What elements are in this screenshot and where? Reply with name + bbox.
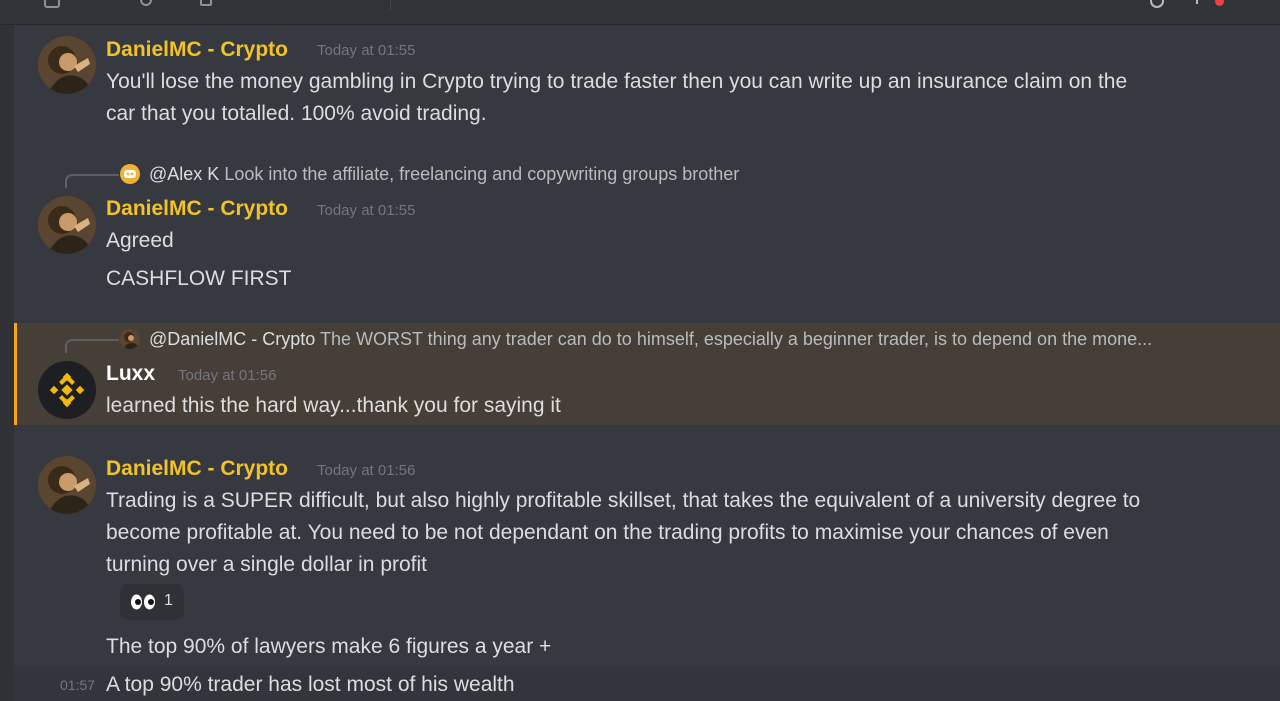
- username[interactable]: DanielMC - Crypto: [106, 38, 288, 62]
- reply-connector: [65, 339, 119, 353]
- danielmc-avatar-icon: [120, 329, 140, 349]
- username[interactable]: Luxx: [106, 362, 155, 386]
- username[interactable]: DanielMC - Crypto: [106, 457, 288, 481]
- username[interactable]: DanielMC - Crypto: [106, 197, 288, 221]
- reply-snippet: The WORST thing any trader can do to him…: [320, 329, 1153, 349]
- reply-connector: [65, 174, 119, 188]
- reply-preview[interactable]: @Alex K Look into the affiliate, freelan…: [149, 164, 739, 185]
- inbox-icon[interactable]: [1196, 0, 1206, 4]
- message-text: The top 90% of lawyers make 6 figures a …: [106, 635, 552, 658]
- binance-logo-avatar-icon: [38, 361, 96, 419]
- mention-highlight-bar: [14, 323, 17, 425]
- avatar[interactable]: [38, 196, 96, 254]
- message-text: turning over a single dollar in profit: [106, 553, 428, 576]
- reply-snippet: Look into the affiliate, freelancing and…: [224, 164, 740, 184]
- reply-preview[interactable]: @DanielMC - Crypto The WORST thing any t…: [149, 329, 1152, 350]
- timestamp: Today at 01:55: [317, 42, 416, 59]
- left-rail: [0, 0, 14, 701]
- message-text: You'll lose the money gambling in Crypto…: [106, 70, 1128, 93]
- danielmc-avatar-icon: [38, 196, 96, 254]
- message-text: CASHFLOW FIRST: [106, 267, 292, 290]
- inline-timestamp: 01:57: [60, 677, 96, 693]
- message-text: Agreed: [106, 229, 174, 252]
- message-text: car that you totalled. 100% avoid tradin…: [106, 102, 487, 125]
- message-text: learned this the hard way...thank you fo…: [106, 394, 561, 417]
- message-text: Trading is a SUPER difficult, but also h…: [106, 489, 1141, 512]
- danielmc-avatar-icon: [38, 36, 96, 94]
- channel-header: [0, 0, 1280, 25]
- hash-icon: [44, 0, 60, 8]
- avatar[interactable]: [38, 456, 96, 514]
- reaction-eyes[interactable]: 1: [120, 584, 184, 620]
- reaction-count: 1: [164, 592, 173, 609]
- message-text: A top 90% trader has lost most of his we…: [106, 673, 515, 696]
- message-text: become profitable at. You need to be not…: [106, 521, 1109, 544]
- header-divider: [390, 0, 391, 10]
- timestamp: Today at 01:56: [317, 462, 416, 479]
- avatar[interactable]: [38, 36, 96, 94]
- reply-mention[interactable]: @DanielMC - Crypto: [149, 329, 315, 349]
- reply-mention[interactable]: @Alex K: [149, 164, 219, 184]
- eyes-emoji-icon: [131, 594, 155, 610]
- discord-icon: [120, 164, 140, 184]
- timestamp: Today at 01:55: [317, 202, 416, 219]
- danielmc-avatar-icon: [38, 456, 96, 514]
- notification-dot-icon: [1215, 0, 1224, 6]
- bell-icon[interactable]: [200, 0, 212, 6]
- search-icon[interactable]: [1150, 0, 1164, 8]
- avatar[interactable]: [38, 361, 96, 419]
- timestamp: Today at 01:56: [178, 367, 277, 384]
- threads-icon[interactable]: [140, 0, 152, 6]
